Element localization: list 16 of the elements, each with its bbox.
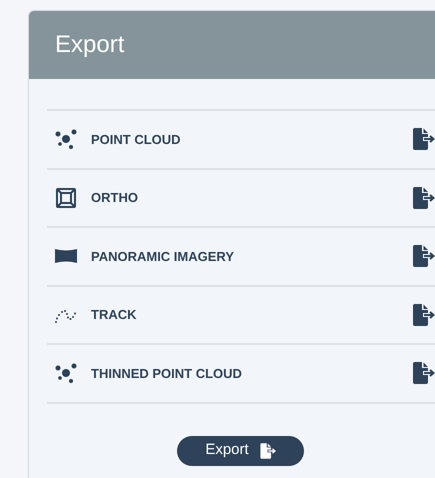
file-export-icon [258,442,276,458]
point-cloud-icon [53,363,79,384]
cube-icon [53,188,79,208]
export-button[interactable]: Export [177,436,304,466]
panel-title: Export [55,30,124,60]
export-file-button[interactable] [411,128,435,150]
point-cloud-icon [53,129,79,150]
export-item-label: THINNED POINT CLOUD [91,364,243,382]
export-item-label: PANORAMIC IMAGERY [91,248,235,266]
export-item-label: ORTHO [91,189,139,207]
export-file-button[interactable] [411,186,435,209]
export-item-label: POINT CLOUD [91,130,182,148]
export-file-button[interactable] [411,304,435,326]
export-item-label: TRACK [91,306,138,324]
export-file-button[interactable] [411,245,435,268]
export-file-button[interactable] [411,362,435,384]
